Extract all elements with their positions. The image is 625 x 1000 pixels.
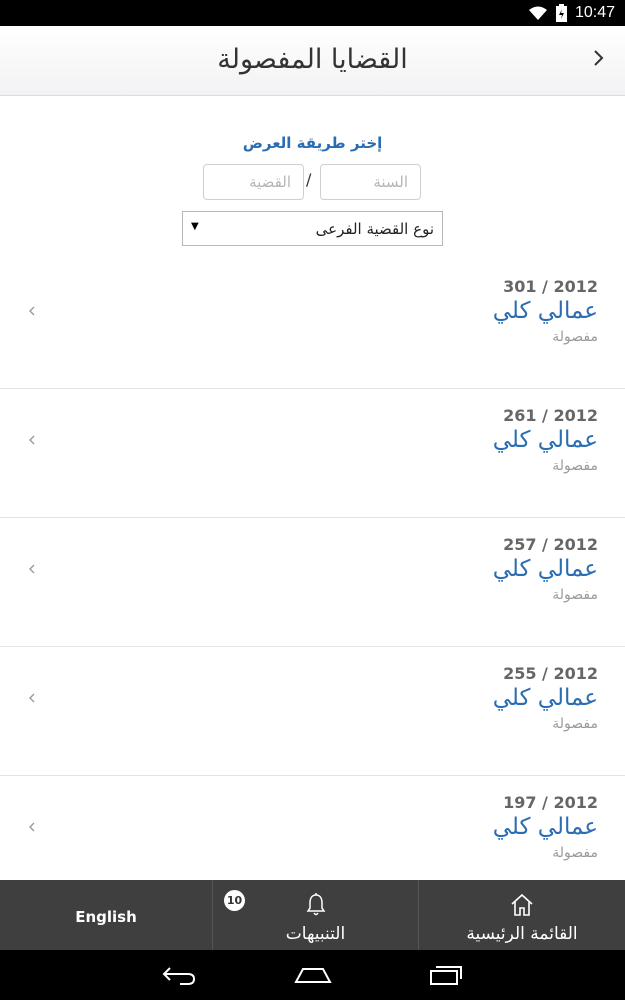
- app-header: القضايا المفصولة: [0, 26, 625, 96]
- back-arrow-icon: [162, 967, 196, 985]
- status-time: 10:47: [574, 4, 615, 21]
- case-number: 197 / 2012: [503, 793, 598, 812]
- case-list-item[interactable]: 257 / 2012 عمالي كلي مفصولة: [0, 518, 625, 647]
- system-back-button[interactable]: [160, 963, 198, 991]
- page-title: القضايا المفصولة: [217, 44, 408, 75]
- case-status: مفصولة: [552, 329, 598, 345]
- case-list-item[interactable]: 301 / 2012 عمالي كلي مفصولة: [0, 260, 625, 389]
- tab-alerts[interactable]: 10 التنبيهات: [212, 880, 419, 950]
- separator-slash: /: [306, 170, 312, 189]
- home-outline-icon: [294, 968, 332, 983]
- wifi-icon: [528, 5, 548, 21]
- case-list-item[interactable]: 261 / 2012 عمالي كلي مفصولة: [0, 389, 625, 518]
- case-subtype-select[interactable]: نوع القضية الفرعى ▼: [182, 211, 443, 246]
- case-number: 255 / 2012: [503, 664, 598, 683]
- filter-label: إختر طريقة العرض: [242, 134, 383, 152]
- system-home-button[interactable]: [293, 963, 333, 991]
- case-status: مفصولة: [552, 845, 598, 861]
- chevron-left-icon: [29, 564, 35, 574]
- alerts-count-badge: 10: [224, 890, 245, 911]
- case-status: مفصولة: [552, 458, 598, 474]
- recents-icon: [430, 966, 462, 985]
- chevron-left-icon: [29, 306, 35, 316]
- case-type-name: عمالي كلي: [492, 556, 598, 582]
- case-number: 261 / 2012: [503, 406, 598, 425]
- case-status: مفصولة: [552, 716, 598, 732]
- system-nav-bar: [0, 950, 625, 1000]
- bell-icon: [306, 893, 325, 916]
- year-input[interactable]: [320, 164, 421, 200]
- case-type-name: عمالي كلي: [492, 427, 598, 453]
- dropdown-arrow-icon: ▼: [191, 221, 199, 232]
- home-icon: [511, 893, 533, 916]
- case-list-item[interactable]: 255 / 2012 عمالي كلي مفصولة: [0, 647, 625, 776]
- status-bar: 10:47: [0, 0, 625, 26]
- chevron-left-icon: [29, 822, 35, 832]
- tab-home-label: القائمة الرئيسية: [466, 924, 578, 944]
- chevron-right-icon: [594, 50, 604, 66]
- tab-alerts-label: التنبيهات: [285, 924, 346, 944]
- system-recents-button[interactable]: [428, 963, 464, 991]
- tab-english-label: English: [75, 908, 137, 926]
- case-number-input[interactable]: [203, 164, 304, 200]
- battery-icon: [555, 4, 567, 22]
- back-button[interactable]: [587, 46, 611, 72]
- case-type-name: عمالي كلي: [492, 298, 598, 324]
- bottom-tab-bar: English 10 التنبيهات القائمة الرئيسية: [0, 880, 625, 950]
- case-list: 301 / 2012 عمالي كلي مفصولة 261 / 2012 ع…: [0, 260, 625, 905]
- case-status: مفصولة: [552, 587, 598, 603]
- status-icons: 10:47: [528, 3, 615, 23]
- tab-home[interactable]: القائمة الرئيسية: [419, 880, 625, 950]
- case-subtype-value: نوع القضية الفرعى: [315, 220, 434, 238]
- case-type-name: عمالي كلي: [492, 685, 598, 711]
- case-number: 301 / 2012: [503, 277, 598, 296]
- tab-english[interactable]: English: [0, 880, 212, 950]
- chevron-left-icon: [29, 693, 35, 703]
- case-number: 257 / 2012: [503, 535, 598, 554]
- chevron-left-icon: [29, 435, 35, 445]
- case-type-name: عمالي كلي: [492, 814, 598, 840]
